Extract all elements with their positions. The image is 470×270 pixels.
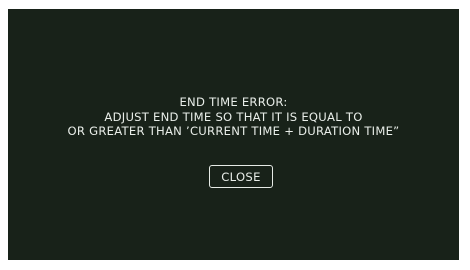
error-title: END TIME ERROR:	[179, 95, 288, 109]
close-button[interactable]: CLOSE	[209, 165, 273, 188]
error-message-line-2: OR GREATER THAN ’CURRENT TIME + DURATION…	[67, 124, 400, 138]
error-message: END TIME ERROR: ADJUST END TIME SO THAT …	[8, 95, 459, 139]
error-dialog-screen: END TIME ERROR: ADJUST END TIME SO THAT …	[8, 9, 459, 260]
error-message-line-1: ADJUST END TIME SO THAT IT IS EQUAL TO	[104, 109, 363, 124]
